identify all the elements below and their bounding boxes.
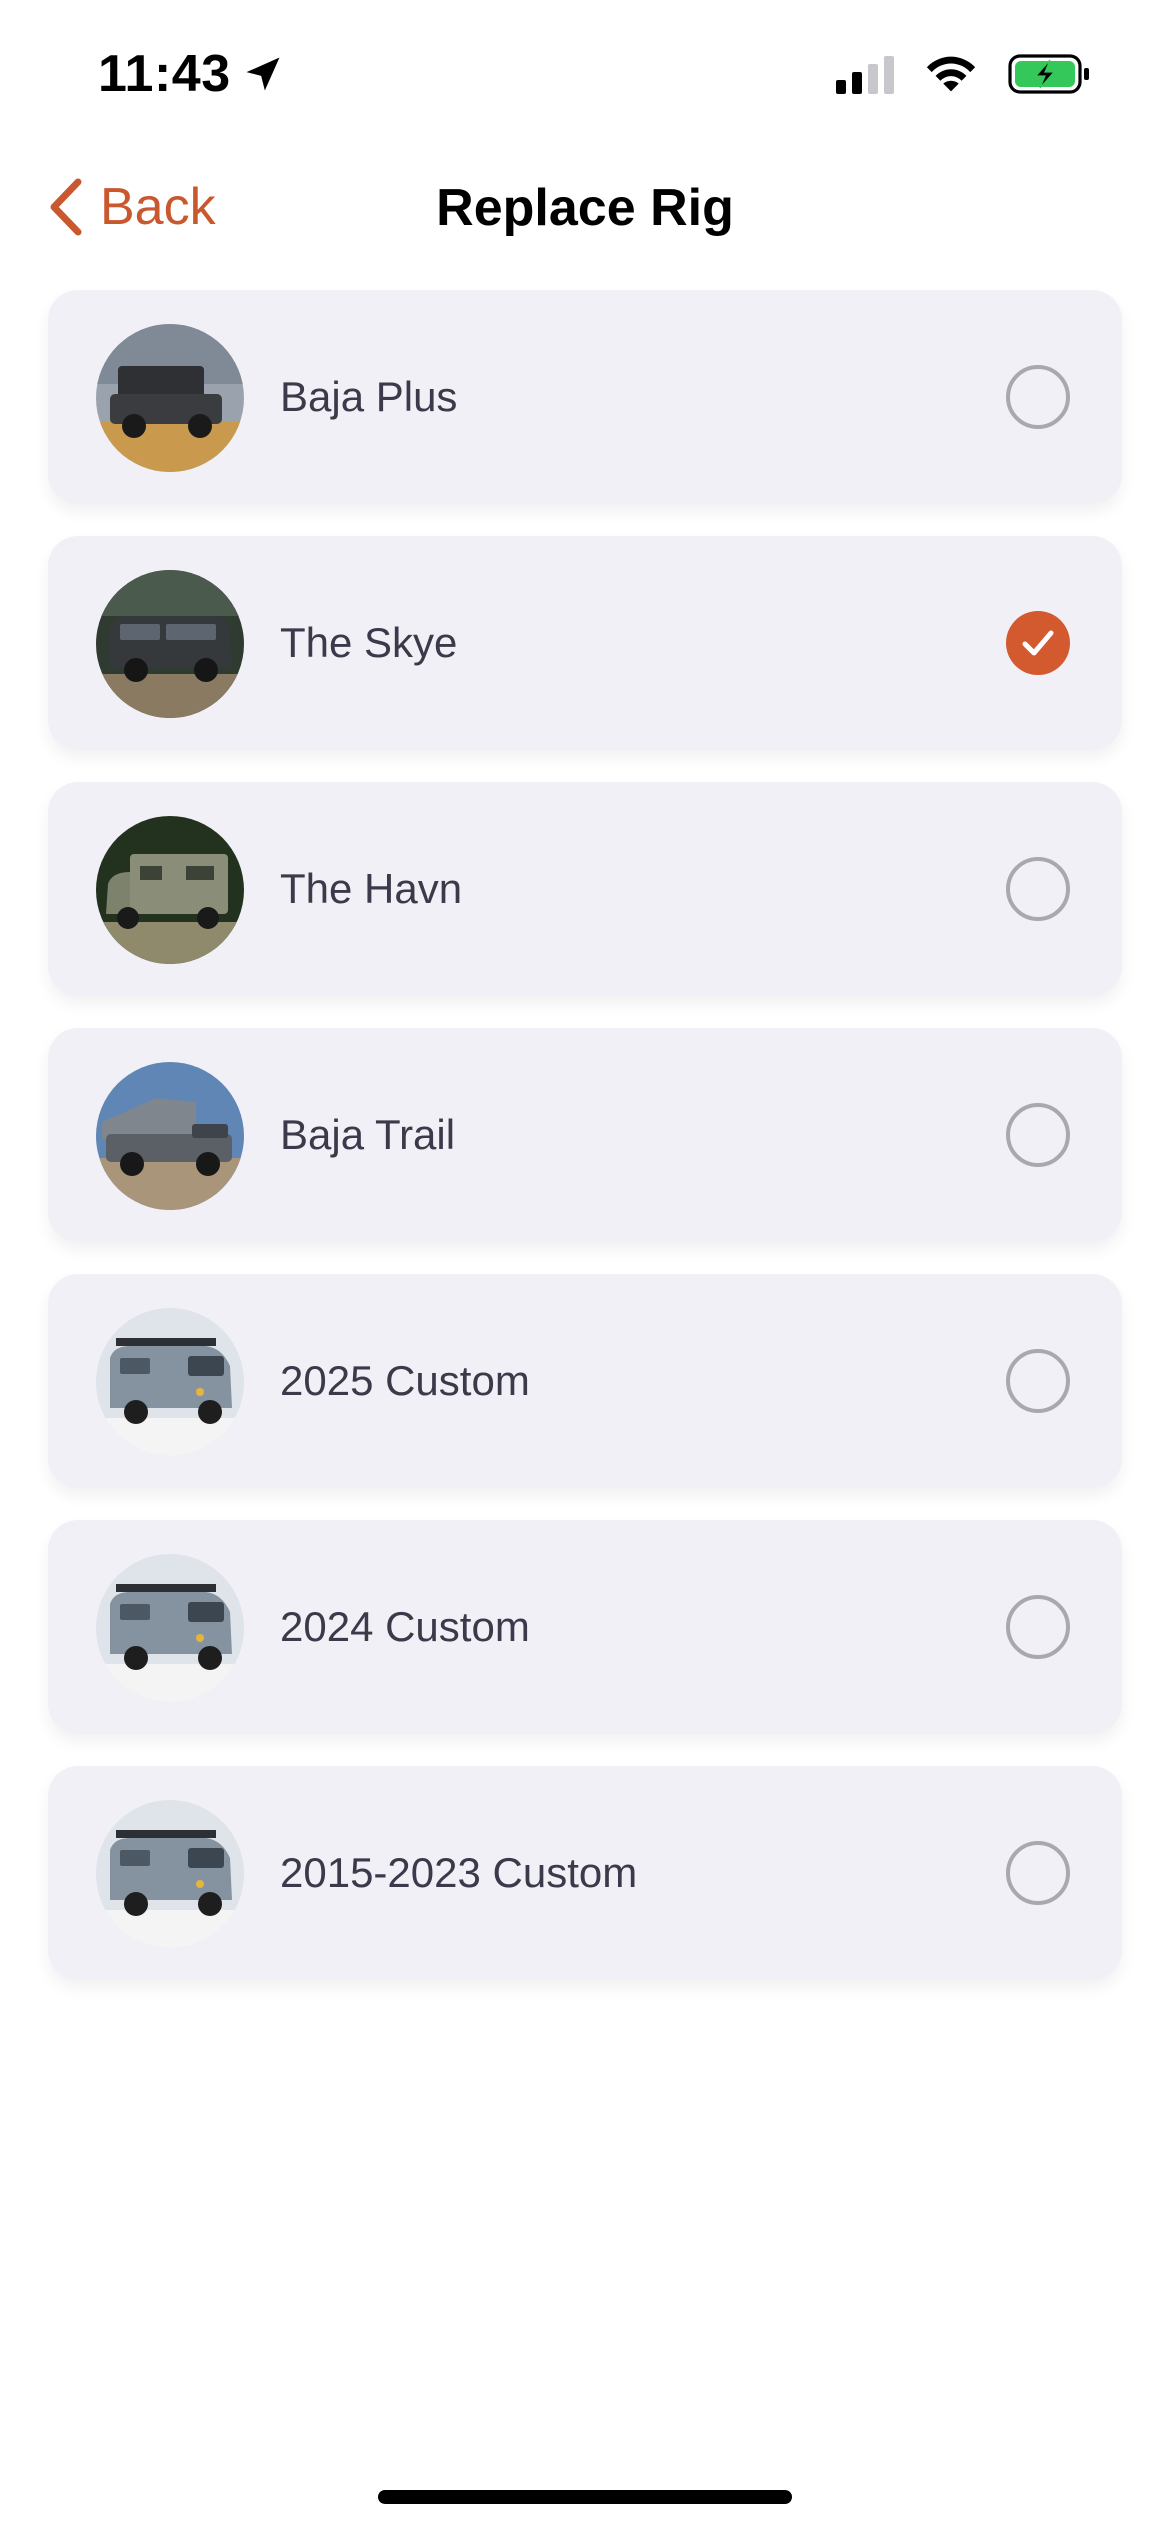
rig-option-2024-custom[interactable]: 2024 Custom [48,1520,1122,1734]
rig-photo-truck-camper [96,324,244,472]
home-indicator[interactable] [378,2490,792,2504]
rig-option-2025-custom[interactable]: 2025 Custom [48,1274,1122,1488]
rig-name: The Havn [280,865,463,912]
status-bar: 11:43 [0,0,1170,150]
status-time: 11:43 [98,44,285,104]
rig-thumbnail [96,1308,244,1456]
radio-unchecked[interactable] [1006,365,1070,429]
rig-thumbnail [96,324,244,472]
rig-option-baja-plus[interactable]: Baja Plus [48,290,1122,504]
rig-thumbnail [96,1800,244,1948]
replace-rig-screen: 11:43 Back Replace Rig Baja Plus The Sky… [0,0,1170,2532]
wifi-icon [926,56,976,92]
rig-photo-sprinter-van [96,1554,244,1702]
radio-unchecked[interactable] [1006,1349,1070,1413]
rig-thumbnail [96,816,244,964]
rig-photo-sprinter-van [96,1800,244,1948]
rig-name: 2025 Custom [280,1357,530,1404]
rig-name: Baja Trail [280,1111,456,1158]
battery-charging-icon [1008,54,1089,94]
radio-checked[interactable] [1006,611,1070,675]
rig-photo-pickup-camper [96,1062,244,1210]
status-icons [834,54,1092,94]
location-arrow-icon [246,57,280,91]
rig-thumbnail [96,570,244,718]
rig-photo-box-camper [96,816,244,964]
rig-option-the-havn[interactable]: The Havn [48,782,1122,996]
rig-photo-van [96,570,244,718]
radio-unchecked[interactable] [1006,1103,1070,1167]
rig-name: Baja Plus [280,373,458,420]
rig-name: 2015-2023 Custom [280,1849,638,1896]
rig-name: 2024 Custom [280,1603,530,1650]
status-time-label: 11:43 [98,45,231,103]
rig-list: Baja Plus The Skye The Havn Baja Trail 2… [48,290,1122,2012]
rig-photo-sprinter-van [96,1308,244,1456]
radio-unchecked[interactable] [1006,1595,1070,1659]
rig-option-baja-trail[interactable]: Baja Trail [48,1028,1122,1242]
page-title: Replace Rig [436,179,734,237]
rig-thumbnail [96,1554,244,1702]
radio-unchecked[interactable] [1006,857,1070,921]
rig-option-2015-2023-custom[interactable]: 2015-2023 Custom [48,1766,1122,1980]
navigation-bar: Back Replace Rig [0,150,1170,270]
rig-thumbnail [96,1062,244,1210]
rig-option-the-skye[interactable]: The Skye [48,536,1122,750]
checkmark-icon [1022,630,1054,656]
signal-icon [836,56,894,94]
radio-unchecked[interactable] [1006,1841,1070,1905]
rig-name: The Skye [280,619,458,666]
